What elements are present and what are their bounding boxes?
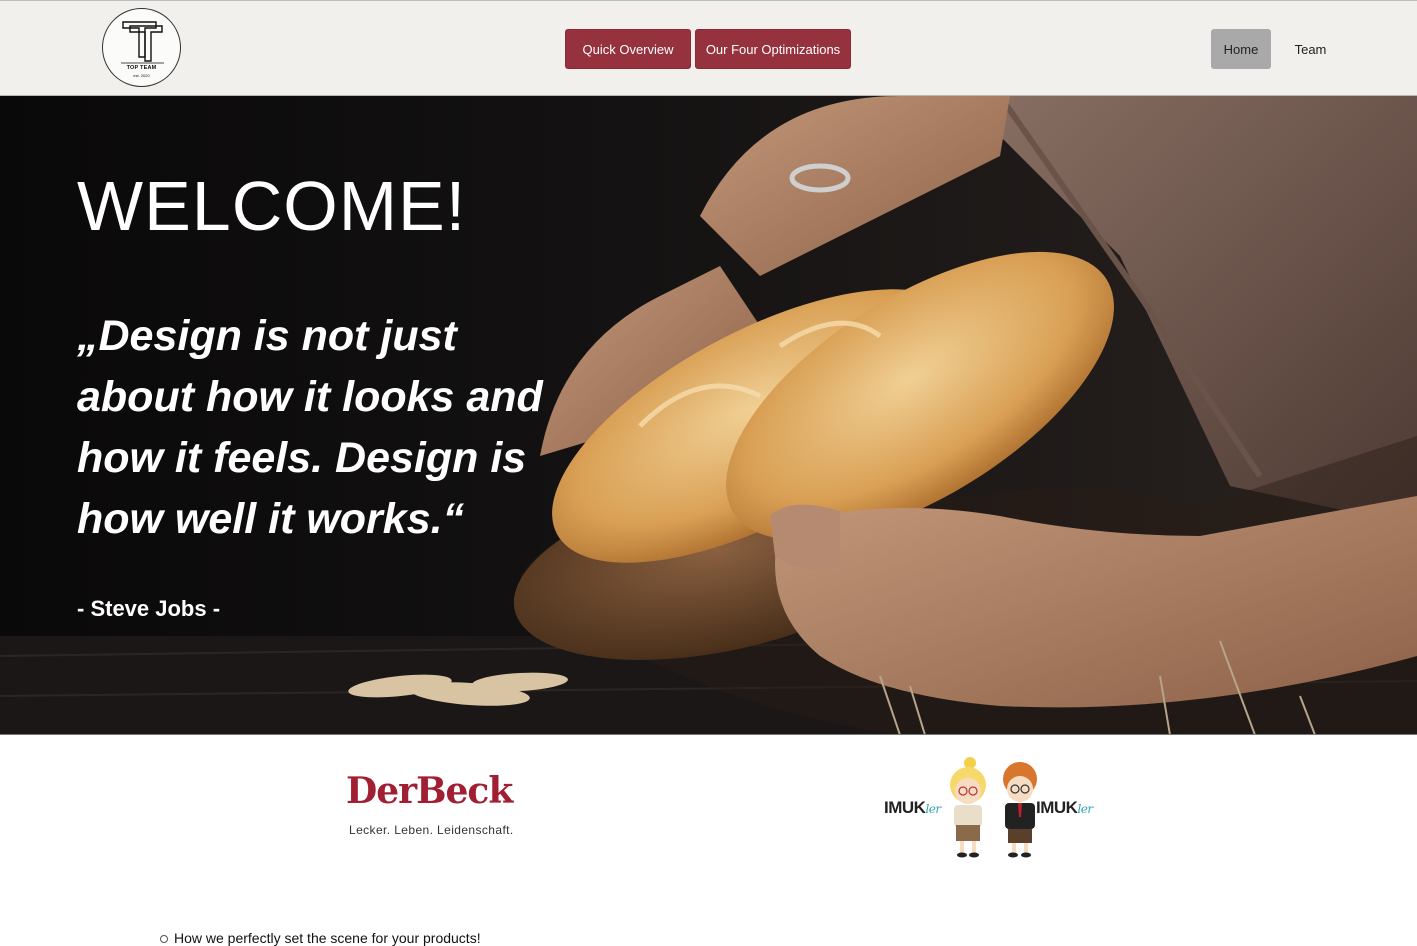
imukler-wordmark-right: IMUKler (1036, 798, 1093, 817)
hero-quote: „Design is not just about how it looks a… (77, 312, 543, 543)
nav-home-link[interactable]: Home (1211, 29, 1271, 69)
derbeck-wordmark: DerBeck (346, 770, 513, 812)
quote-author: - Steve Jobs - (77, 596, 221, 621)
bullet-icon (160, 935, 168, 944)
imukler-wordmark-left: IMUKler (884, 798, 941, 817)
list-item-text: How we perfectly set the scene for your … (174, 930, 481, 946)
top-team-logo[interactable]: TOP TEAM est. 2020 (102, 8, 181, 87)
nav-team-link[interactable]: Team (1283, 29, 1338, 69)
imukler-logo[interactable]: IMUKler IMUKler (882, 755, 1107, 865)
hero-section: WELCOME! „Design is not just about how i… (0, 96, 1417, 735)
list-item: How we perfectly set the scene for your … (160, 930, 481, 946)
derbeck-logo[interactable]: DerBeck Lecker. Leben. Leidenschaft. (346, 770, 513, 840)
logo-name: TOP TEAM (126, 65, 157, 71)
hero-title: WELCOME! (77, 167, 467, 245)
four-optimizations-button[interactable]: Our Four Optimizations (695, 29, 851, 69)
quick-overview-button[interactable]: Quick Overview (565, 29, 691, 69)
logo-est: est. 2020 (133, 73, 150, 78)
site-header: TOP TEAM est. 2020 Quick Overview Our Fo… (0, 0, 1417, 96)
derbeck-slogan: Lecker. Leben. Leidenschaft. (349, 823, 514, 837)
